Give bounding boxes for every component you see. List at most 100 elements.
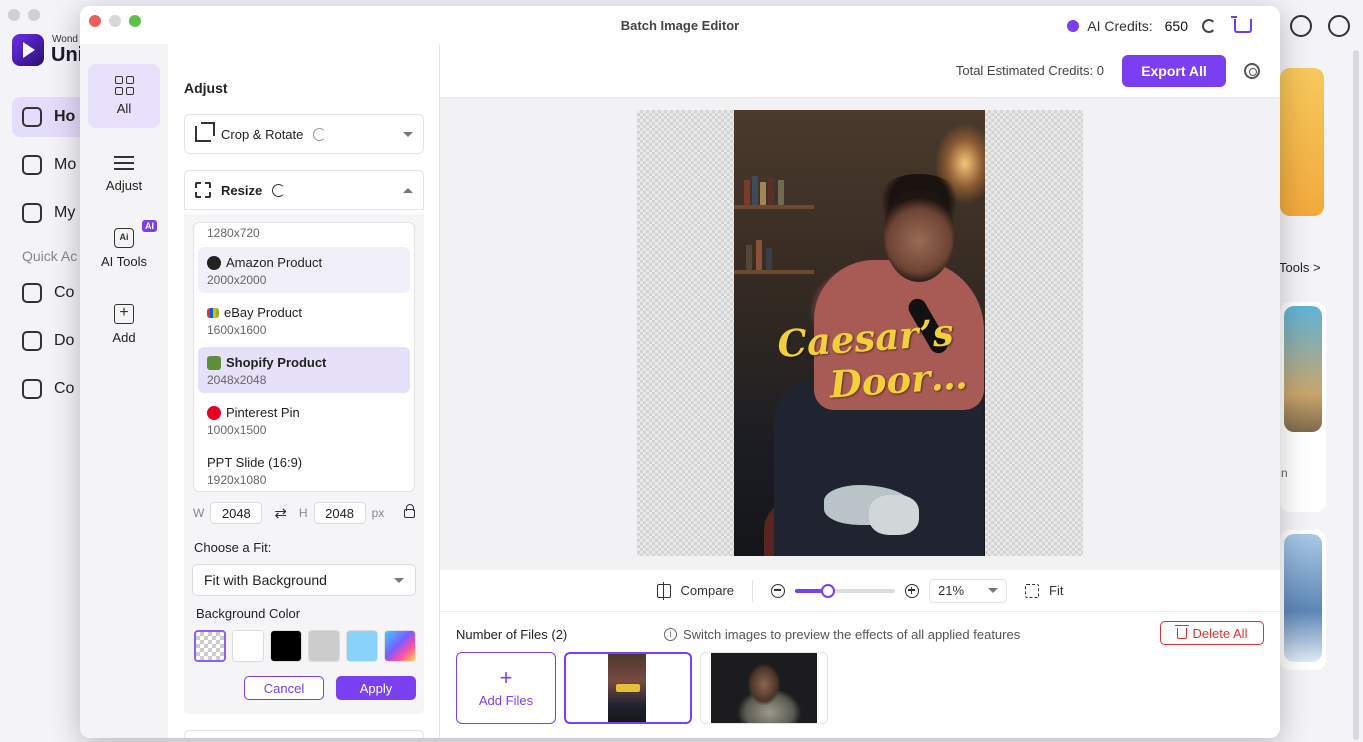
width-input[interactable]: 2048 (210, 502, 263, 524)
chevron-up-icon (403, 187, 413, 193)
zoom-slider[interactable] (795, 583, 895, 598)
crop-rotate-section[interactable]: Crop & Rotate (184, 114, 424, 154)
preview-photo: Caesar’s Door… (734, 110, 985, 556)
quick-item-label: Do (54, 332, 75, 349)
close-window-button[interactable] (89, 15, 101, 27)
info-icon: i (664, 628, 677, 641)
apply-button[interactable]: Apply (336, 676, 416, 700)
amazon-icon (207, 255, 221, 270)
more-tools-link[interactable]: Tools > (1279, 260, 1321, 275)
rail-item-all[interactable]: All (88, 64, 160, 128)
compare-button[interactable]: Compare (681, 583, 734, 598)
home-icon (22, 107, 42, 127)
shopify-icon (207, 355, 221, 370)
fit-select-value: Fit with Background (204, 572, 327, 588)
lock-ratio-icon[interactable] (404, 503, 416, 518)
choose-fit-label: Choose a Fit: (194, 540, 272, 555)
zoom-slider-thumb[interactable] (821, 583, 835, 598)
ai-credits: AI Credits: 650 (1067, 16, 1252, 34)
crop-rotate-label: Crop & Rotate (221, 126, 304, 142)
rail-item-adjust[interactable]: Adjust (88, 140, 160, 204)
preset-list[interactable]: 1280x720 Amazon Product 2000x2000 eBay P… (193, 222, 415, 492)
delete-all-button[interactable]: Delete All (1160, 621, 1264, 645)
add-files-label: Add Files (478, 692, 534, 708)
preset-shopify-product[interactable]: Shopify Product 2048x2048 (198, 347, 410, 393)
export-all-button[interactable]: Export All (1122, 54, 1226, 87)
background-scrollbar[interactable] (1353, 50, 1359, 740)
rail-item-add[interactable]: + Add (88, 292, 160, 356)
fit-button[interactable]: Fit (1049, 583, 1063, 598)
preview-canvas[interactable]: Caesar’s Door… (440, 98, 1280, 570)
resize-actions: Cancel Apply (244, 676, 416, 700)
files-bar: Number of Files (2) i Switch images to p… (440, 612, 1280, 738)
preset-name: Amazon Product (226, 255, 323, 270)
preset-name: Pinterest Pin (226, 405, 300, 420)
trash-icon (1174, 624, 1189, 639)
box-icon (22, 155, 42, 175)
height-input[interactable]: 2048 (313, 502, 366, 524)
panel-title: Adjust (184, 80, 228, 96)
download-icon (22, 331, 42, 351)
quick-item-label: Co (54, 284, 75, 301)
rail-item-label: Adjust (105, 177, 143, 193)
custom-color-picker[interactable] (384, 630, 416, 662)
file-thumbnail[interactable] (564, 652, 692, 724)
height-label: H (298, 506, 308, 520)
delete-all-label: Delete All (1192, 625, 1248, 641)
batch-image-editor-window: Batch Image Editor AI Credits: 650 All A… (80, 6, 1280, 738)
swatch-black[interactable] (270, 630, 302, 662)
resize-icon (195, 182, 211, 198)
preset-ppt-slide[interactable]: PPT Slide (16:9) 1920x1080 (198, 447, 410, 491)
maximize-window-button[interactable] (129, 15, 141, 27)
main-toolbar: Total Estimated Credits: 0 Export All (440, 44, 1280, 98)
zoom-level-select[interactable]: 21% (929, 578, 1007, 603)
preset-dim: 1920x1080 (207, 473, 267, 487)
zoom-in-icon[interactable] (905, 583, 919, 598)
preset-pinterest-pin[interactable]: Pinterest Pin 1000x1500 (198, 397, 410, 443)
app-logo-icon (12, 34, 44, 66)
swap-dimensions-icon[interactable]: ⇄ (274, 504, 287, 522)
rail-item-label: Add (112, 329, 136, 345)
preset-name: eBay Product (224, 305, 303, 320)
refresh-credits-icon[interactable] (1202, 19, 1216, 33)
swatch-white[interactable] (232, 630, 264, 662)
image-preview: Caesar’s Door… (637, 110, 1083, 556)
swatch-light-blue[interactable] (346, 630, 378, 662)
window-controls (89, 15, 141, 27)
compress-icon (22, 379, 42, 399)
cart-icon[interactable] (1231, 16, 1252, 33)
file-thumbnail[interactable] (700, 652, 828, 724)
zoom-out-icon[interactable] (771, 583, 785, 598)
preset-amazon-product[interactable]: Amazon Product 2000x2000 (198, 247, 410, 293)
title-bar[interactable]: Batch Image Editor AI Credits: 650 (80, 6, 1280, 44)
next-section-header[interactable] (184, 730, 424, 738)
chat-icon[interactable] (1290, 15, 1312, 37)
chevron-down-icon (394, 577, 404, 583)
reset-crop-icon[interactable] (313, 127, 327, 141)
tool-card-image-2 (1284, 534, 1322, 662)
add-files-button[interactable]: + Add Files (456, 652, 556, 724)
resize-section-header[interactable]: Resize (184, 170, 424, 210)
swatch-gray[interactable] (308, 630, 340, 662)
window-title: Batch Image Editor (620, 17, 740, 33)
file-icon (22, 203, 42, 223)
settings-gear-icon[interactable] (1244, 62, 1260, 79)
nav-item-label: My (54, 204, 76, 221)
swatch-transparent[interactable] (194, 630, 226, 662)
preset-ebay-product[interactable]: eBay Product 1600x1600 (198, 297, 410, 343)
estimated-credits-label: Total Estimated Credits: (955, 63, 1094, 78)
promo-card[interactable] (1280, 68, 1324, 216)
preset-name: PPT Slide (16:9) (207, 455, 303, 470)
minimize-window-button[interactable] (109, 15, 121, 27)
quick-item-label: Co (54, 380, 75, 397)
estimated-credits: Total Estimated Credits: 0 (956, 63, 1104, 78)
chevron-down-icon (403, 131, 413, 137)
fit-select[interactable]: Fit with Background (192, 564, 416, 596)
cancel-button[interactable]: Cancel (244, 676, 324, 700)
preview-caption: Caesar’s Door… (749, 308, 985, 412)
headset-icon[interactable] (1328, 15, 1350, 37)
reset-resize-icon[interactable] (272, 183, 286, 197)
nav-item-label: Mo (54, 156, 77, 173)
pinterest-icon (207, 405, 221, 420)
width-label: W (193, 506, 205, 520)
